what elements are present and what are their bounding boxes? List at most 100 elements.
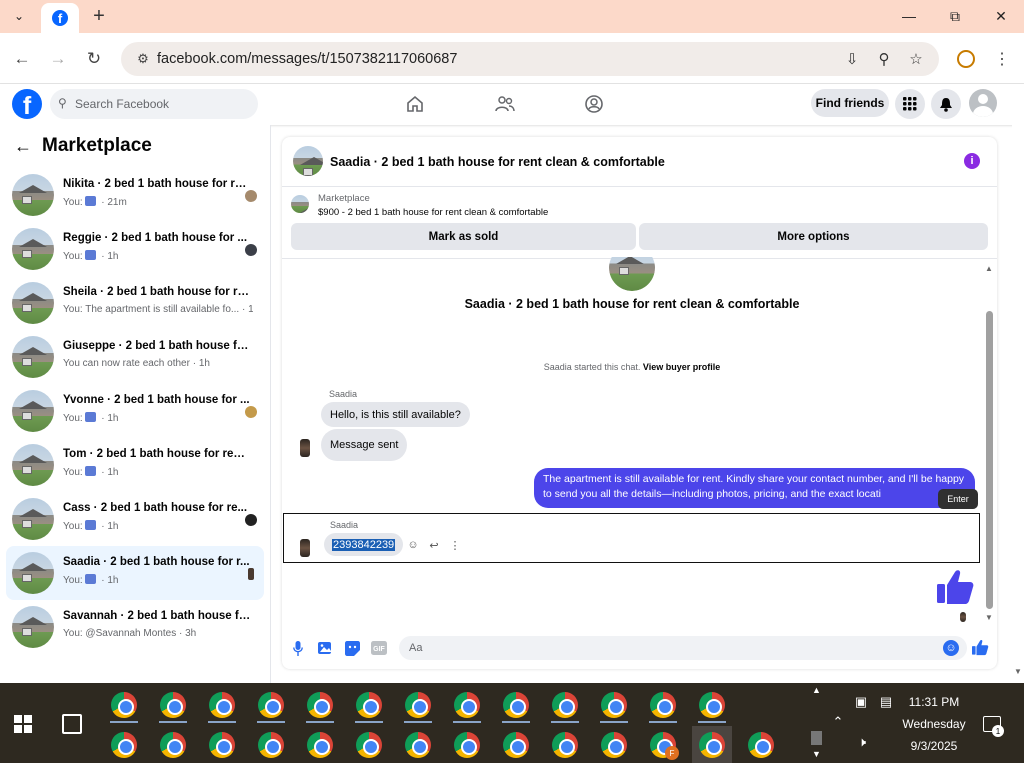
install-app-icon[interactable]: ⇩: [843, 50, 861, 68]
account-avatar[interactable]: [969, 89, 997, 117]
conversation-item[interactable]: Sheila · 2 bed 1 bath house for ren... Yo…: [6, 276, 264, 330]
listing-price[interactable]: $900 - 2 bed 1 bath house for rent clean…: [318, 207, 548, 218]
page-scrollbar[interactable]: ▼: [1012, 125, 1024, 683]
reply-icon[interactable]: ↩: [427, 538, 441, 552]
listing-thumbnail[interactable]: [293, 146, 323, 176]
taskbar-chrome-app[interactable]: [300, 686, 340, 724]
new-tab-button[interactable]: +: [88, 5, 110, 27]
minimize-button[interactable]: —: [886, 0, 932, 32]
scroll-up-icon[interactable]: ▲: [985, 264, 993, 273]
sent-like-thumb-icon[interactable]: [937, 569, 975, 605]
taskbar-chrome-app[interactable]: [594, 726, 634, 763]
outgoing-message[interactable]: The apartment is still available for ren…: [534, 468, 975, 508]
back-button[interactable]: ←: [10, 47, 34, 71]
more-actions-icon[interactable]: ⋮: [448, 538, 462, 552]
menu-grid-icon[interactable]: [895, 89, 925, 119]
conversation-item[interactable]: Savannah · 2 bed 1 bath house for ... You…: [6, 600, 264, 654]
back-arrow-icon[interactable]: ←: [14, 136, 32, 157]
url-text[interactable]: facebook.com/messages/t/1507382117060687: [157, 51, 457, 67]
incoming-message[interactable]: Hello, is this still available?: [321, 402, 470, 427]
taskbar-chrome-app[interactable]: [104, 726, 144, 763]
system-clock[interactable]: 11:31 PM Wednesday 9/3/2025: [893, 691, 975, 757]
message-input[interactable]: Aa ☺: [399, 636, 967, 660]
conversation-item[interactable]: Reggie · 2 bed 1 bath house for ... You: …: [6, 222, 264, 276]
taskbar-chrome-app[interactable]: [545, 686, 585, 724]
volume-icon[interactable]: 🕨: [853, 734, 871, 750]
zoom-icon[interactable]: ⚲: [875, 50, 893, 68]
taskbar-chrome-app[interactable]: [398, 726, 438, 763]
taskbar-chrome-app[interactable]: [447, 726, 487, 763]
taskbar-chrome-app[interactable]: [643, 686, 683, 724]
react-emoji-icon[interactable]: ☺: [406, 538, 420, 552]
notifications-bell-icon[interactable]: [931, 89, 961, 119]
taskbar-chrome-app[interactable]: [496, 726, 536, 763]
conversation-item[interactable]: Cass · 2 bed 1 bath house for re... You: …: [6, 492, 264, 546]
selected-phone-text[interactable]: 2393842239: [332, 538, 396, 551]
restore-button[interactable]: ⧉: [932, 0, 978, 32]
task-view-icon[interactable]: [62, 714, 82, 734]
taskbar-chrome-app[interactable]: [692, 686, 732, 724]
page-scroll-down-icon[interactable]: ▼: [1014, 667, 1022, 676]
taskbar-chrome-app[interactable]: [153, 726, 193, 763]
conversation-item[interactable]: Yvonne · 2 bed 1 bath house for ... You: …: [6, 384, 264, 438]
taskbar-chrome-app[interactable]: [545, 726, 585, 763]
send-like-icon[interactable]: [972, 639, 989, 656]
taskbar-scroll-down-icon[interactable]: ▼: [812, 749, 821, 759]
info-icon[interactable]: i: [964, 153, 980, 169]
chrome-menu-icon[interactable]: ⋮: [993, 49, 1011, 69]
photo-icon[interactable]: [317, 640, 333, 656]
taskbar-scroll-thumb[interactable]: [811, 731, 822, 745]
taskbar-chrome-app[interactable]: [594, 686, 634, 724]
taskbar-chrome-app[interactable]: [398, 686, 438, 724]
bookmark-star-icon[interactable]: ☆: [907, 50, 925, 68]
profile-icon[interactable]: [957, 50, 975, 68]
conversation-item[interactable]: Tom · 2 bed 1 bath house for rent ... You…: [6, 438, 264, 492]
taskbar-chrome-app[interactable]: [202, 686, 242, 724]
phone-number-message[interactable]: 2393842239: [324, 533, 404, 556]
thread-scrollbar[interactable]: ▲ ▼: [983, 259, 995, 629]
conversation-item[interactable]: Nikita · 2 bed 1 bath house for ren... Yo…: [6, 168, 264, 222]
emoji-icon[interactable]: ☺: [943, 640, 959, 656]
meet-now-icon[interactable]: ▣: [853, 694, 869, 710]
taskbar-chrome-app[interactable]: [447, 686, 487, 724]
taskbar-chrome-app[interactable]: [251, 726, 291, 763]
friends-icon[interactable]: [494, 93, 516, 115]
close-window-button[interactable]: ✕: [978, 0, 1024, 32]
taskbar-chrome-app[interactable]: [496, 686, 536, 724]
taskbar-chrome-app[interactable]: [741, 726, 781, 763]
taskbar-chrome-app[interactable]: [692, 726, 732, 763]
address-bar[interactable]: ⚙ facebook.com/messages/t/15073821170606…: [121, 42, 939, 76]
tab-search-button[interactable]: ⌄: [6, 4, 32, 28]
view-buyer-profile-link[interactable]: View buyer profile: [643, 362, 720, 372]
taskbar-chrome-app[interactable]: [349, 726, 389, 763]
tab-facebook[interactable]: f: [41, 3, 79, 33]
conversation-item[interactable]: Giuseppe · 2 bed 1 bath house for ... You…: [6, 330, 264, 384]
forward-button[interactable]: →: [46, 47, 70, 71]
find-friends-button[interactable]: Find friends: [811, 89, 889, 117]
reload-button[interactable]: ↻: [82, 47, 106, 71]
sender-avatar[interactable]: [300, 439, 310, 457]
taskbar-chrome-app[interactable]: [104, 686, 144, 724]
taskbar-chrome-app[interactable]: [202, 726, 242, 763]
more-options-button[interactable]: More options: [639, 223, 988, 250]
chat-title[interactable]: Saadia · 2 bed 1 bath house for rent cle…: [330, 155, 665, 169]
mark-as-sold-button[interactable]: Mark as sold: [291, 223, 636, 250]
home-icon[interactable]: [404, 93, 426, 115]
start-button-icon[interactable]: [14, 715, 32, 733]
scroll-thumb[interactable]: [986, 311, 993, 609]
taskbar-chrome-app[interactable]: F: [643, 726, 683, 763]
site-settings-icon[interactable]: ⚙: [135, 51, 151, 67]
groups-icon[interactable]: [583, 93, 605, 115]
taskbar-chrome-app[interactable]: [251, 686, 291, 724]
show-hidden-icons-icon[interactable]: ⌃: [831, 714, 845, 729]
scroll-down-icon[interactable]: ▼: [985, 613, 993, 622]
incoming-message[interactable]: Message sent: [321, 429, 408, 461]
gif-icon[interactable]: GIF: [371, 640, 387, 656]
facebook-logo-icon[interactable]: f: [12, 89, 42, 119]
taskbar-scroll-up-icon[interactable]: ▲: [812, 685, 821, 695]
taskbar-chrome-app[interactable]: [349, 686, 389, 724]
conversation-item[interactable]: Saadia · 2 bed 1 bath house for r... You:…: [6, 546, 264, 600]
microphone-icon[interactable]: [290, 640, 306, 656]
search-input[interactable]: ⚲ Search Facebook: [50, 89, 258, 119]
taskbar-chrome-app[interactable]: [300, 726, 340, 763]
